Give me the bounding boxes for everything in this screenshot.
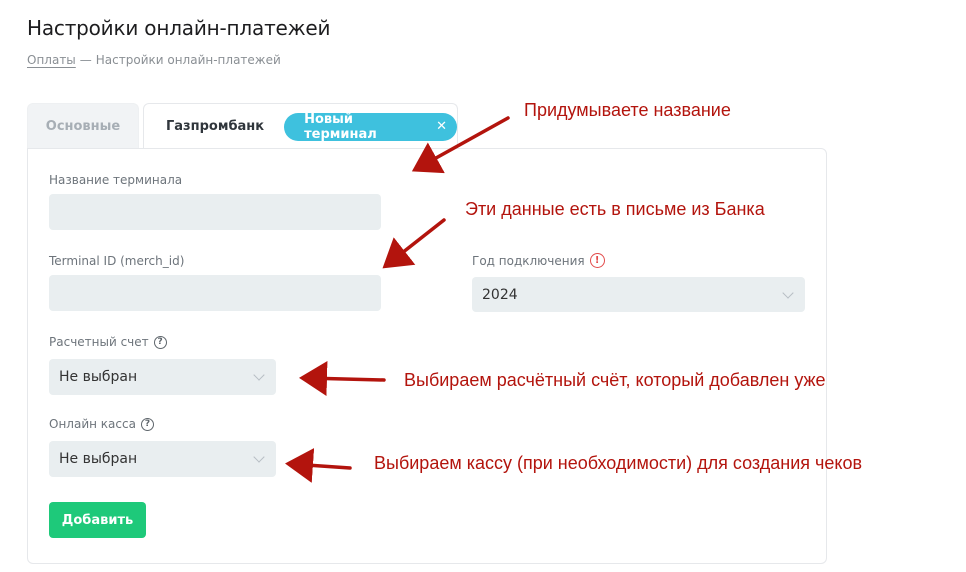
- terminal-name-input[interactable]: [49, 194, 381, 230]
- new-terminal-pill[interactable]: Новый терминал ✕: [284, 111, 457, 142]
- terminal-id-label: Terminal ID (merch_id): [49, 254, 185, 268]
- terminal-name-label: Название терминала: [49, 173, 183, 187]
- cashbox-select-value: Не выбран: [59, 451, 138, 467]
- chevron-down-icon: [782, 286, 794, 299]
- cashbox-select[interactable]: Не выбран: [49, 441, 276, 477]
- breadcrumb-link-payments[interactable]: Оплаты: [27, 53, 76, 67]
- warning-icon[interactable]: !: [589, 253, 605, 268]
- tab-main-label: Основные: [45, 119, 121, 134]
- help-icon[interactable]: ?: [153, 335, 167, 349]
- tab-gazprombank-label: Газпромбанк: [166, 119, 265, 134]
- close-icon[interactable]: ✕: [436, 119, 447, 134]
- annotation-account-hint: Выбираем расчётный счёт, который добавле…: [404, 370, 826, 390]
- annotation-cashbox-hint: Выбираем кассу (при необходимости) для с…: [374, 453, 863, 473]
- new-terminal-label: Новый терминал: [304, 111, 377, 142]
- breadcrumb-current: Настройки онлайн-платежей: [95, 53, 281, 67]
- year-select[interactable]: 2024: [472, 277, 805, 312]
- tab-gazprombank[interactable]: Газпромбанк Новый терминал ✕: [143, 103, 458, 149]
- page-title: Настройки онлайн-платежей: [27, 16, 331, 40]
- tab-main[interactable]: Основные: [27, 103, 139, 149]
- breadcrumb-separator: —: [79, 53, 92, 67]
- year-select-value: 2024: [482, 286, 518, 303]
- chevron-down-icon: [253, 451, 265, 463]
- chevron-down-icon: [253, 369, 265, 381]
- year-label: Год подключения !: [472, 253, 605, 268]
- breadcrumb: Оплаты — Настройки онлайн-платежей: [27, 53, 281, 67]
- account-label: Расчетный счет ?: [49, 335, 167, 349]
- account-select-value: Не выбран: [59, 369, 138, 385]
- cashbox-label: Онлайн касса ?: [49, 417, 154, 431]
- account-select[interactable]: Не выбран: [49, 359, 276, 395]
- annotation-bank-data-hint: Эти данные есть в письме из Банка: [465, 199, 765, 219]
- annotation-name-hint: Придумываете название: [524, 100, 731, 120]
- terminal-id-input[interactable]: [49, 275, 381, 311]
- add-button[interactable]: Добавить: [49, 502, 146, 538]
- help-icon[interactable]: ?: [140, 417, 154, 431]
